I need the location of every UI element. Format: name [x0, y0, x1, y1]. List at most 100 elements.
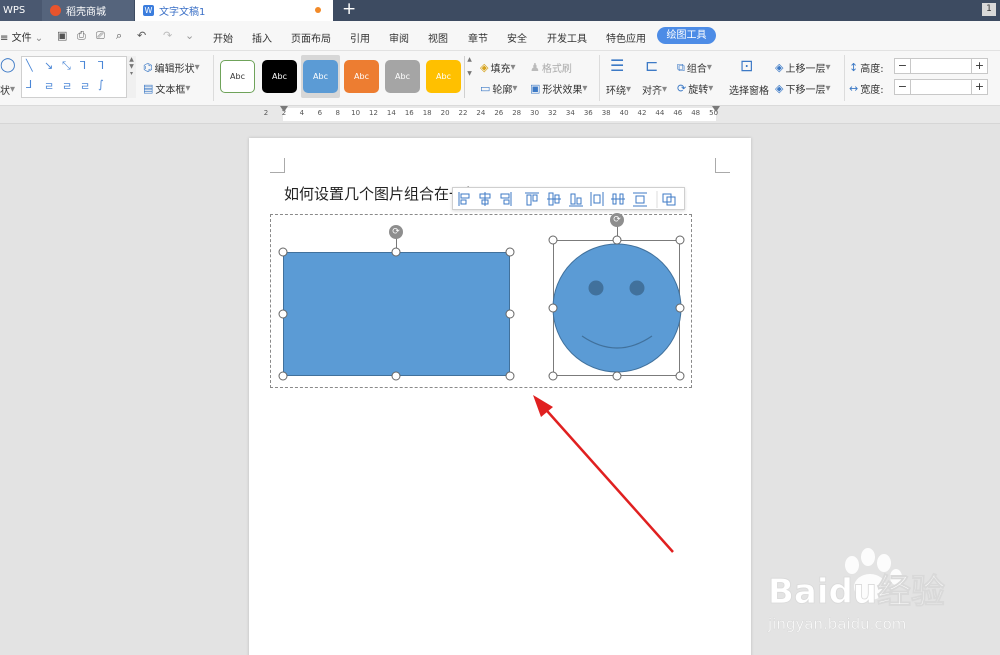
ruler-tick-label: 18: [422, 109, 432, 117]
shape-effects-button[interactable]: ▣ 形状效果 ▾: [530, 81, 587, 96]
align-icon[interactable]: ⊏: [645, 56, 658, 75]
height-increase-button[interactable]: +: [971, 59, 987, 73]
chevron-down-icon: ▾: [582, 83, 588, 94]
connector-gallery[interactable]: ╲ ↘ ⤡ ⅂ ⅂ ⅃ ㄹ ㄹ ㄹ ∫: [21, 56, 136, 98]
wrap-text-button[interactable]: 环绕 ▾: [606, 82, 631, 97]
print-icon[interactable]: ⎚: [96, 29, 105, 43]
bring-forward-label: 上移一层: [785, 64, 826, 75]
edit-shape-button[interactable]: ⌬ 编辑形状 ▾: [143, 60, 200, 75]
width-decrease-button[interactable]: −: [895, 80, 911, 94]
format-painter-button[interactable]: ♟ 格式刷: [530, 60, 572, 75]
menu-drawing-tools[interactable]: 绘图工具: [657, 27, 716, 44]
shape-styles-scroll[interactable]: ▲ ▼: [464, 56, 474, 98]
selection-pane-icon[interactable]: ⊡: [740, 56, 753, 75]
menu-developer-tools[interactable]: 开发工具: [547, 30, 587, 45]
more-quick-access-icon[interactable]: ⌄: [185, 29, 194, 42]
menu-security[interactable]: 安全: [507, 30, 527, 45]
menu-page-layout[interactable]: 页面布局: [291, 30, 331, 45]
curved-double-arrow-connector-icon[interactable]: ㄹ: [80, 78, 90, 94]
shape-style-outline-green[interactable]: Abc: [220, 60, 255, 93]
rotate-button[interactable]: ⟳ 旋转 ▾: [677, 81, 713, 96]
file-menu-button[interactable]: ≡ 文件 ⌄: [0, 29, 43, 44]
shape-style-gray[interactable]: Abc: [385, 60, 420, 93]
width-increase-button[interactable]: +: [971, 80, 987, 94]
chevron-down-icon: ▾: [708, 83, 714, 94]
tab-document-label: 文字文稿1: [159, 7, 206, 18]
connector-gallery-scroll[interactable]: ▲ ▼ ▾: [126, 56, 136, 98]
height-input[interactable]: − +: [894, 58, 988, 74]
menu-chapter[interactable]: 章节: [468, 30, 488, 45]
window-count-badge[interactable]: 1: [982, 3, 996, 16]
horizontal-ruler[interactable]: 2 2 4 6 8 10 12 14 16 18 20 22 24 26 28 30 32 34 36 38 40 42 4…: [0, 106, 1000, 124]
menu-insert[interactable]: 插入: [252, 30, 272, 45]
shape-dropdown-button[interactable]: 状 ▾: [0, 82, 15, 97]
shape-icon[interactable]: ◯: [0, 57, 16, 73]
ruler-tick-label: 24: [476, 109, 486, 117]
elbow-double-arrow-connector-icon[interactable]: ⅃: [26, 78, 32, 91]
ruler-tick-label: 28: [512, 109, 522, 117]
width-input[interactable]: − +: [894, 79, 988, 95]
wrap-text-label: 环绕: [606, 86, 626, 97]
chevron-down-icon: ▾: [510, 62, 516, 73]
menu-bar: ≡ 文件 ⌄ ▣ ⎙ ⎚ ⌕ ↶ ↷ ⌄ 开始 插入 页面布局 引用 审阅 视图…: [0, 21, 1000, 51]
undo-icon[interactable]: ↶: [137, 29, 146, 42]
tab-document[interactable]: W 文字文稿1: [135, 0, 333, 21]
height-decrease-button[interactable]: −: [895, 59, 911, 73]
freeform-line-icon[interactable]: ∫: [98, 78, 104, 91]
send-backward-button[interactable]: ◈ 下移一层 ▾: [775, 81, 831, 96]
menu-view[interactable]: 视图: [428, 30, 448, 45]
shape-style-orange[interactable]: Abc: [344, 60, 379, 93]
width-label: ↔ 宽度:: [849, 81, 884, 96]
group-button[interactable]: ⧉ 组合 ▾: [677, 60, 712, 76]
ruler-tick-label: 10: [351, 109, 361, 117]
save-icon[interactable]: ▣: [57, 29, 67, 42]
elbow-connector-icon[interactable]: ⅂: [80, 59, 86, 72]
format-painter-label: 格式刷: [541, 64, 572, 75]
outline-button[interactable]: ▭ 轮廓 ▾: [480, 81, 517, 96]
tab-wps[interactable]: WPS: [0, 0, 42, 21]
chevron-down-icon: ▾: [185, 83, 191, 94]
shape-style-gold[interactable]: Abc: [426, 60, 461, 93]
shape-style-blue[interactable]: Abc: [303, 60, 338, 93]
text-box-button[interactable]: ▤ 文本框 ▾: [143, 81, 190, 96]
ruler-tick-label: 12: [369, 109, 378, 117]
outline-label: 轮廓: [492, 85, 513, 96]
curved-connector-icon[interactable]: ㄹ: [44, 78, 54, 94]
export-pdf-icon[interactable]: ⎙: [77, 29, 86, 43]
line-icon[interactable]: ╲: [26, 59, 33, 72]
menu-references[interactable]: 引用: [350, 30, 370, 45]
fill-button[interactable]: ◈ 填充 ▾: [480, 60, 516, 75]
new-tab-button[interactable]: +: [342, 0, 356, 21]
title-tab-bar: WPS 稻壳商城 W 文字文稿1 + 1: [0, 0, 1000, 21]
tab-docer-shop[interactable]: 稻壳商城: [42, 0, 134, 21]
docer-flame-icon: [50, 5, 61, 16]
group-label: 组合: [686, 64, 707, 75]
wrap-text-icon[interactable]: ☰: [610, 56, 624, 75]
bring-forward-button[interactable]: ◈ 上移一层 ▾: [775, 60, 831, 75]
group-icon: ⧉: [677, 60, 685, 74]
left-indent-marker[interactable]: [280, 106, 288, 112]
file-menu-label: 文件: [11, 33, 32, 44]
menu-start[interactable]: 开始: [213, 30, 233, 45]
chevron-down-icon: ▾: [512, 83, 518, 94]
ruler-tick-label: 42: [637, 109, 647, 117]
right-indent-marker[interactable]: [712, 106, 720, 112]
chevron-down-icon: ▾: [706, 62, 712, 73]
redo-icon[interactable]: ↷: [163, 29, 172, 42]
ruler-tick-label: 30: [530, 109, 540, 117]
curved-arrow-connector-icon[interactable]: ㄹ: [62, 78, 72, 94]
menu-special-apps[interactable]: 特色应用: [606, 30, 646, 45]
double-arrow-line-icon[interactable]: ⤡: [62, 59, 71, 73]
selection-pane-button[interactable]: 选择窗格: [729, 82, 769, 97]
width-icon: ↔: [849, 82, 859, 95]
arrow-line-icon[interactable]: ↘: [44, 59, 53, 72]
shape-dropdown-label: 状: [0, 86, 10, 97]
elbow-arrow-connector-icon[interactable]: ⅂: [98, 59, 104, 72]
align-button[interactable]: 对齐 ▾: [642, 82, 667, 97]
chevron-down-icon: ▾: [662, 84, 668, 95]
ruler-tick-label: 6: [317, 109, 323, 117]
print-preview-icon[interactable]: ⌕: [116, 29, 122, 43]
menu-review[interactable]: 审阅: [389, 30, 409, 45]
ruler-tick-label: 40: [619, 109, 629, 117]
shape-style-black[interactable]: Abc: [262, 60, 297, 93]
